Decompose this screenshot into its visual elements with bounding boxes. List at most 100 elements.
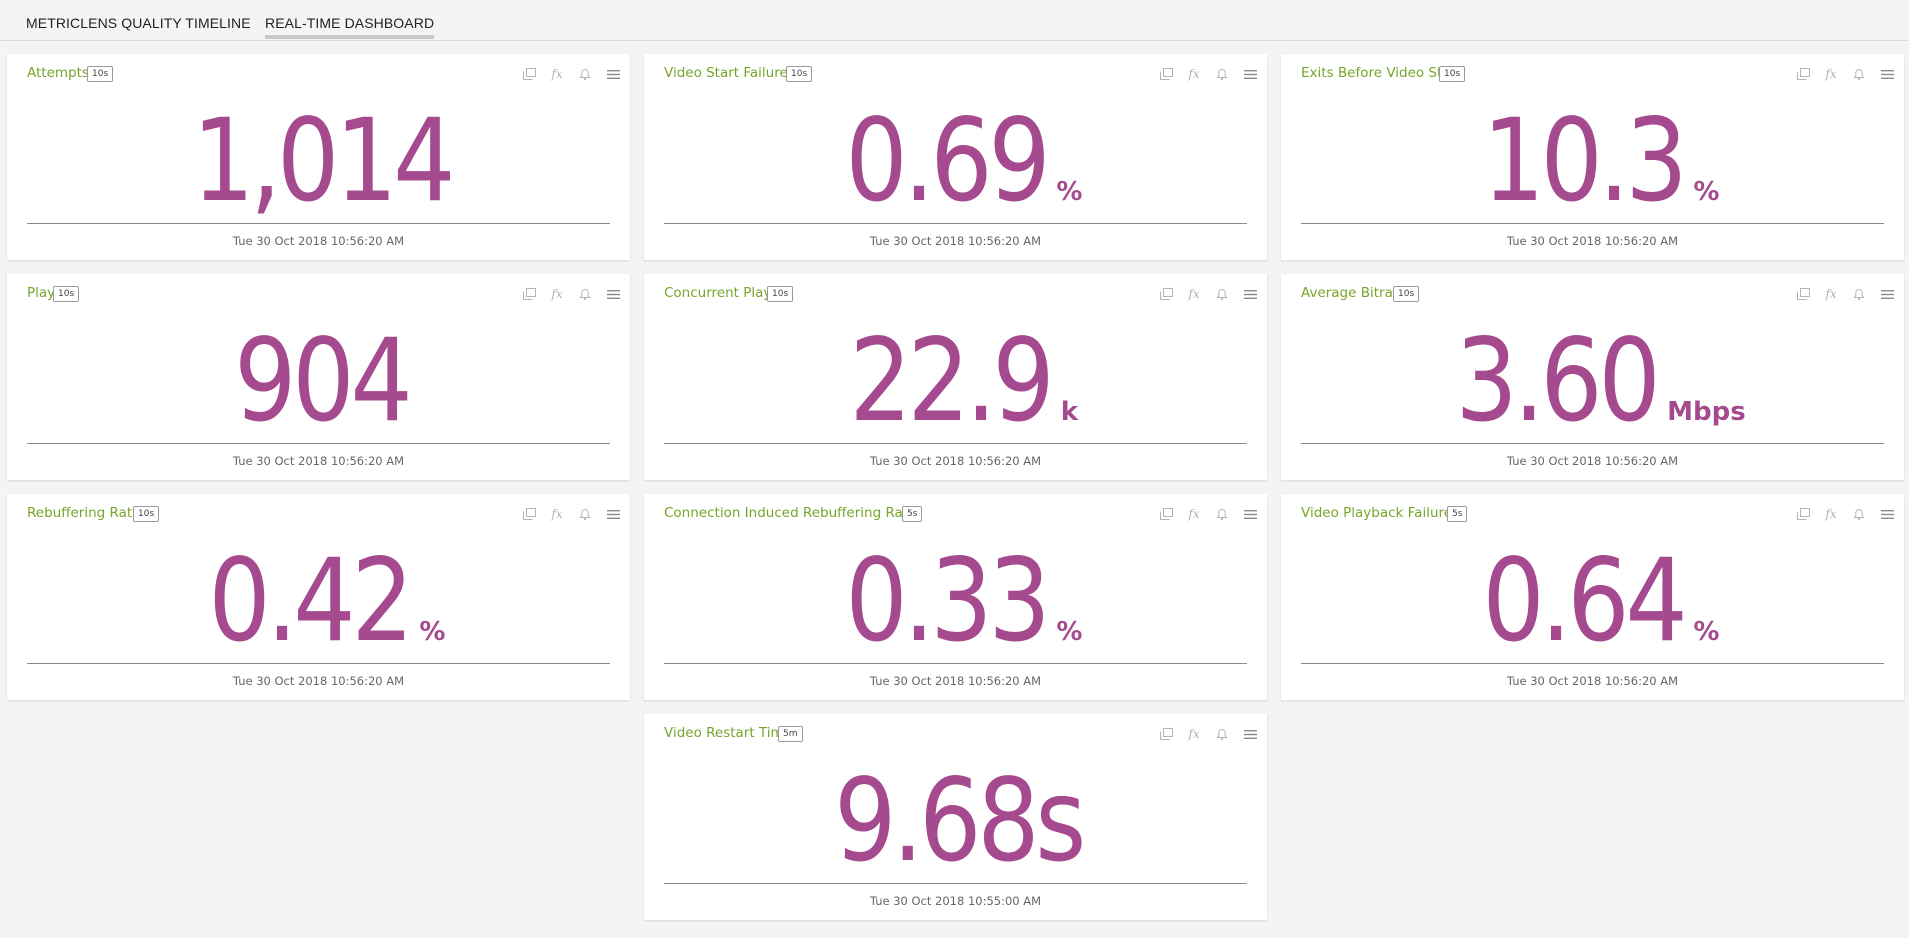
metric-unit: % (1056, 177, 1083, 207)
divider (1301, 663, 1884, 664)
bell-icon[interactable] (1850, 286, 1868, 302)
fx-icon[interactable]: fx (1185, 66, 1203, 82)
fx-icon[interactable]: fx (1822, 66, 1840, 82)
divider (27, 443, 610, 444)
fx-icon[interactable]: fx (1822, 286, 1840, 302)
tab-metriclens-quality-timeline[interactable]: METRICLENS QUALITY TIMELINE (26, 15, 251, 39)
copy-icon[interactable] (520, 66, 538, 82)
metric-card: Concurrent Plays 10s fx 22.9 k Tue 30 Oct 201… (644, 274, 1267, 480)
copy-icon[interactable] (1157, 506, 1175, 522)
interval-badge: 10s (53, 286, 80, 302)
metric-title[interactable]: Attempts (27, 65, 89, 81)
card-toolbar: fx (1147, 66, 1259, 82)
metric-title[interactable]: Rebuffering Ratio (27, 505, 144, 521)
metric-title[interactable]: Video Restart Time (664, 725, 792, 741)
menu-icon[interactable] (1241, 506, 1259, 522)
copy-icon[interactable] (1157, 726, 1175, 742)
metric-value-row: 0.64% (1281, 544, 1904, 658)
copy-icon[interactable] (1157, 66, 1175, 82)
interval-badge: 5m (778, 726, 803, 742)
fx-icon[interactable]: fx (1185, 726, 1203, 742)
metric-value: 1,014 (191, 94, 455, 227)
metric-value: 0.42 (207, 534, 413, 667)
metric-value: 3.60 (1455, 314, 1661, 447)
bell-icon[interactable] (576, 66, 594, 82)
metric-timestamp: Tue 30 Oct 2018 10:56:20 AM (869, 454, 1042, 468)
metric-value: 9.68s (834, 754, 1087, 887)
menu-icon[interactable] (604, 506, 622, 522)
card-toolbar: fx (1784, 66, 1896, 82)
interval-badge: 5s (902, 506, 923, 522)
bell-icon[interactable] (1850, 66, 1868, 82)
interval-badge: 10s (87, 66, 114, 82)
menu-icon[interactable] (1241, 726, 1259, 742)
fx-icon[interactable]: fx (548, 66, 566, 82)
menu-icon[interactable] (1878, 66, 1896, 82)
metric-value-row: 22.9 k (644, 324, 1267, 438)
metric-unit: % (419, 617, 446, 647)
metric-card: Exits Before Video Start 10s fx 10.3% Tue 30… (1281, 54, 1904, 260)
copy-icon[interactable] (520, 286, 538, 302)
metric-timestamp: Tue 30 Oct 2018 10:56:20 AM (1506, 674, 1679, 688)
metric-unit: Mbps (1667, 397, 1746, 427)
interval-badge: 10s (767, 286, 794, 302)
metric-timestamp: Tue 30 Oct 2018 10:56:20 AM (869, 234, 1042, 248)
menu-icon[interactable] (1241, 286, 1259, 302)
metric-value-row: 0.69% (644, 104, 1267, 218)
metric-value-row: 1,014 (7, 104, 630, 218)
bell-icon[interactable] (576, 506, 594, 522)
metric-timestamp: Tue 30 Oct 2018 10:55:00 AM (869, 894, 1042, 908)
metric-value: 0.33 (844, 534, 1050, 667)
metric-timestamp: Tue 30 Oct 2018 10:56:20 AM (869, 674, 1042, 688)
metric-title[interactable]: Concurrent Plays (664, 285, 778, 301)
metric-unit: % (1693, 617, 1720, 647)
metric-card: Plays 10s fx 904 Tue 30 Oct 2018 10:56:20 AM (7, 274, 630, 480)
metric-title[interactable]: Video Start Failures (664, 65, 795, 81)
card-toolbar: fx (510, 286, 622, 302)
menu-icon[interactable] (1878, 506, 1896, 522)
fx-icon[interactable]: fx (548, 506, 566, 522)
metric-unit: % (1693, 177, 1720, 207)
metric-timestamp: Tue 30 Oct 2018 10:56:20 AM (1506, 454, 1679, 468)
menu-icon[interactable] (1878, 286, 1896, 302)
copy-icon[interactable] (1794, 66, 1812, 82)
copy-icon[interactable] (1157, 286, 1175, 302)
menu-icon[interactable] (1241, 66, 1259, 82)
metric-title[interactable]: Video Playback Failures (1301, 505, 1459, 521)
bell-icon[interactable] (1213, 726, 1231, 742)
bell-icon[interactable] (1850, 506, 1868, 522)
copy-icon[interactable] (1794, 506, 1812, 522)
bell-icon[interactable] (1213, 286, 1231, 302)
metric-title[interactable]: Average Bitrate (1301, 285, 1406, 301)
bell-icon[interactable] (1213, 506, 1231, 522)
divider (664, 443, 1247, 444)
metric-card: Rebuffering Ratio 10s fx 0.42% Tue 30 Oct 20… (7, 494, 630, 700)
divider (1301, 223, 1884, 224)
metric-title[interactable]: Exits Before Video Start (1301, 65, 1461, 81)
metric-unit: k (1060, 397, 1079, 427)
copy-icon[interactable] (1794, 286, 1812, 302)
bell-icon[interactable] (1213, 66, 1231, 82)
menu-icon[interactable] (604, 66, 622, 82)
metric-value: 904 (234, 314, 413, 447)
divider (1301, 443, 1884, 444)
metric-timestamp: Tue 30 Oct 2018 10:56:20 AM (232, 674, 405, 688)
metric-timestamp: Tue 30 Oct 2018 10:56:20 AM (1506, 234, 1679, 248)
tab-real-time-dashboard[interactable]: REAL-TIME DASHBOARD (265, 15, 435, 39)
menu-icon[interactable] (604, 286, 622, 302)
fx-icon[interactable]: fx (1185, 506, 1203, 522)
metric-value: 22.9 (849, 314, 1054, 447)
metric-card: Attempts 10s fx 1,014 Tue 30 Oct 2018 10:56:… (7, 54, 630, 260)
metric-value-row: 10.3% (1281, 104, 1904, 218)
metric-value: 0.69 (844, 94, 1050, 227)
metric-card: Video Restart Time 5m fx 9.68s Tue 30 Oct 20… (644, 714, 1267, 920)
fx-icon[interactable]: fx (548, 286, 566, 302)
copy-icon[interactable] (520, 506, 538, 522)
fx-icon[interactable]: fx (1185, 286, 1203, 302)
metric-card: Average Bitrate 10s fx 3.60 Mbps Tue 30 Oct 2… (1281, 274, 1904, 480)
bell-icon[interactable] (576, 286, 594, 302)
metric-value-row: 0.42% (7, 544, 630, 658)
metric-title[interactable]: Connection Induced Rebuffering Ratio (664, 505, 920, 521)
divider (27, 663, 610, 664)
fx-icon[interactable]: fx (1822, 506, 1840, 522)
